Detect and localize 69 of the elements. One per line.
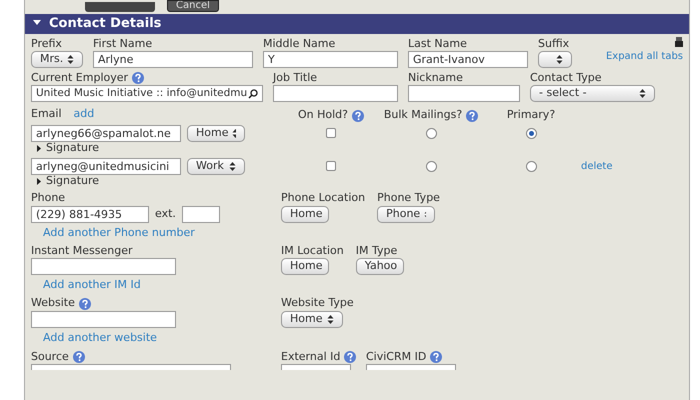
- text-field[interactable]: [408, 85, 520, 102]
- field-label: Phone: [31, 190, 66, 206]
- field-label: IM Location: [281, 242, 344, 259]
- caret-right-icon: [37, 145, 41, 152]
- select-dropdown[interactable]: Yahoo: [356, 258, 404, 275]
- field-label: External Id: [281, 348, 340, 365]
- field-label: On Hold?: [298, 107, 348, 124]
- field-label: Middle Name: [263, 36, 336, 52]
- select-dropdown[interactable]: Phone: [377, 206, 436, 222]
- select-dropdown[interactable]: - select -: [530, 85, 655, 102]
- radio-button[interactable]: [426, 160, 436, 172]
- text-field[interactable]: Arlyne: [93, 51, 253, 68]
- email-field[interactable]: arlyneg@unitedmusicini: [31, 158, 181, 174]
- updown-arrow-icon: [556, 55, 563, 64]
- caret-right-icon: [37, 178, 41, 185]
- phone-field[interactable]: (229) 881-4935: [31, 206, 149, 222]
- website-field[interactable]: [31, 310, 176, 328]
- search-icon: [248, 88, 258, 98]
- signature-toggle[interactable]: Signature: [46, 173, 100, 190]
- updown-arrow-icon: [639, 89, 646, 98]
- text-field[interactable]: [273, 85, 398, 102]
- field-label: Prefix: [31, 36, 62, 52]
- field-label: Website: [31, 295, 75, 312]
- printer-icon: [675, 37, 683, 47]
- email-field[interactable]: arlyneg66@spamalot.ne: [31, 124, 181, 142]
- field-label: Contact Type: [530, 70, 602, 86]
- field-label: Source: [31, 348, 69, 365]
- field-label: Phone Location: [281, 190, 366, 206]
- field-label: CiviCRM ID: [366, 348, 426, 365]
- updown-arrow-icon: [232, 128, 236, 138]
- field-label: Instant Messenger: [31, 242, 133, 259]
- field-label: Email: [31, 106, 62, 122]
- field-label: Nickname: [408, 70, 463, 86]
- text-field[interactable]: [281, 364, 351, 370]
- radio-button[interactable]: [526, 128, 536, 138]
- select-dropdown[interactable]: Home: [187, 124, 245, 142]
- select-dropdown[interactable]: Work: [187, 158, 245, 174]
- im-field[interactable]: [31, 258, 176, 275]
- field-label: Phone Type: [377, 190, 440, 206]
- text-field[interactable]: Y: [263, 51, 398, 68]
- text-field[interactable]: [31, 364, 231, 370]
- search-field[interactable]: United Music Initiative :: info@unitedmu: [31, 85, 263, 102]
- field-label: IM Type: [356, 242, 398, 259]
- radio-button[interactable]: [426, 128, 436, 138]
- select-dropdown[interactable]: Home: [281, 310, 343, 328]
- field-label: First Name: [93, 36, 152, 52]
- field-label: ext.: [155, 206, 176, 222]
- select-dropdown[interactable]: Mrs.: [31, 51, 83, 68]
- updown-arrow-icon: [327, 314, 334, 324]
- checkbox[interactable]: [326, 128, 336, 138]
- select-dropdown[interactable]: Home: [281, 206, 329, 222]
- text-field[interactable]: [366, 364, 456, 370]
- updown-arrow-icon: [67, 55, 74, 64]
- field-label: Website Type: [281, 295, 354, 312]
- field-label: Primary?: [506, 107, 556, 124]
- select-dropdown[interactable]: Home: [281, 258, 329, 275]
- field-label: Suffix: [538, 36, 570, 52]
- select-dropdown[interactable]: [538, 51, 572, 68]
- updown-arrow-icon: [229, 162, 236, 170]
- field-label: Bulk Mailings?: [384, 107, 462, 124]
- section-header[interactable]: Contact Details: [25, 14, 689, 34]
- extension-field[interactable]: [182, 206, 220, 222]
- radio-button[interactable]: [526, 160, 536, 172]
- text-field[interactable]: Grant-Ivanov: [408, 51, 528, 68]
- signature-toggle[interactable]: Signature: [46, 140, 100, 157]
- field-label: Last Name: [408, 36, 467, 52]
- checkbox[interactable]: [326, 161, 336, 171]
- field-label: Current Employer: [31, 70, 128, 86]
- field-label: Job Title: [273, 70, 318, 86]
